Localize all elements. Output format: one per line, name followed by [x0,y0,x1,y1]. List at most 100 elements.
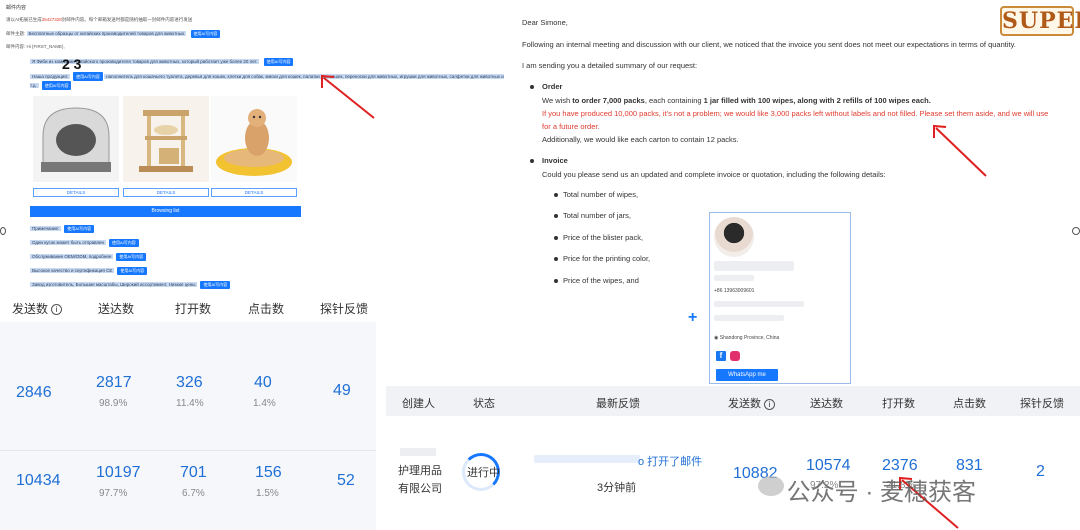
ai-write-button[interactable]: 使用AI写内容 [41,81,72,90]
col-status: 状态 [473,398,495,410]
col-delivered: 送达数 [98,302,135,316]
col-sent-label: 发送数 [12,302,49,316]
quality-text[interactable]: Высокое качество и сертификация CE [30,268,115,274]
ai-write-button[interactable]: 使用AI写内容 [109,239,139,247]
details-button[interactable]: DETAILS [123,188,209,197]
oem-row: Обслуживание OEM/ODM, подробнее 使用AI写内容 [30,253,147,261]
col-feedback: 探针反馈 [1020,398,1064,410]
col-latest-feedback: 最新反馈 [596,398,640,410]
row2-opened-pct: 6.7% [182,488,205,499]
blurred-name [714,261,794,271]
blurred-website [714,315,784,321]
bullet-dot [530,159,534,163]
ai-write-button[interactable]: 使用AI写内容 [200,281,231,289]
right-feedback[interactable]: 2 [1036,463,1045,481]
browsing-list-button[interactable]: Browsing list [30,206,301,217]
row1-clicked[interactable]: 40 [254,374,272,392]
invoice-title: Invoice [542,156,568,165]
invoice-item: Price for the printing color, [563,254,651,263]
oem-text[interactable]: Обслуживание OEM/ODM, подробнее [30,254,114,260]
row1-clicked-pct: 1.4% [253,398,276,409]
subject-value[interactable]: Бесплатные образцы от китайских производ… [26,31,187,37]
whatsapp-button[interactable]: WhatsApp me [716,369,778,381]
factory-row: Завод изготовитель, Большие масштабы, Ши… [30,281,231,289]
row2-sent[interactable]: 10434 [16,472,61,490]
feedback-text[interactable]: o 打开了邮件 [638,453,702,469]
info-icon[interactable]: i [764,398,775,410]
creator-line-1: 护理用品 [398,465,442,477]
row2-clicked[interactable]: 156 [255,464,282,482]
products-row: Наша продукция: 使用AI写内容 наполнитель для к… [30,72,506,90]
ai-write-button[interactable]: 使用AI写内容 [190,30,221,38]
ai-write-button[interactable]: 使用AI写内容 [116,253,147,261]
row2-opened[interactable]: 701 [180,464,207,482]
info-icon[interactable]: i [51,304,63,316]
row1-opened-pct: 11.4% [176,398,204,409]
note-row: Примечание: 使用AI写内容 [30,225,95,233]
bullet-dot [554,193,558,197]
details-button[interactable]: DETAILS [211,188,297,197]
status-text: 进行中 [467,467,500,479]
products-label: Наша продукция: [30,73,71,79]
blurred-email [714,301,804,307]
add-icon[interactable]: + [688,309,697,327]
bullet-dot [554,279,558,283]
invoice-item: Total number of wipes, [563,190,639,199]
col-sent: 发送数 i [12,300,63,317]
creator-line-2: 有限公司 [398,483,442,495]
order-pre: We wish [542,96,573,105]
blurred-title [714,275,754,281]
details-button[interactable]: DETAILS [33,188,119,197]
invoice-item: Price of the blister pack, [563,233,644,242]
product-image-cat-bed [211,96,297,182]
note-text[interactable]: Примечание: [30,226,62,232]
row2-delivered[interactable]: 10197 [96,464,141,482]
phone-text: +86 13963009601 [714,288,755,294]
subject-label: 邮件主题: [6,31,26,37]
ai-write-button[interactable]: 使用AI写内容 [117,267,148,275]
order-line: We wish to order 7,000 packs, each conta… [542,96,931,105]
moq-text[interactable]: Один кусок может быть отправлен [30,240,107,246]
facebook-icon[interactable]: f [716,351,726,361]
row1-delivered[interactable]: 2817 [96,374,132,392]
row2-delivered-pct: 97.7% [99,488,128,499]
email-composer-panel: 邮件内容 请以AI拓展已生成35427328封邮件内容。每个邮箱发送时都是随机抽… [0,0,512,292]
row-divider [0,450,376,451]
instagram-icon[interactable] [730,351,740,361]
red-note-line-2: for a future order. [542,122,600,131]
row2-clicked-pct: 1.5% [256,488,279,499]
ai-write-button[interactable]: 使用AI写内容 [263,58,294,66]
quality-row: Высокое качество и сертификация CE 使用AI写内… [30,267,148,275]
factory-text[interactable]: Завод изготовитель, Большие масштабы, Ши… [30,282,198,288]
info-pre: 请以AI拓展已生成 [6,17,42,22]
ai-write-button[interactable]: 使用AI写内容 [64,225,95,233]
col-delivered: 送达数 [810,398,843,410]
row1-sent[interactable]: 2846 [16,384,52,402]
resize-handle[interactable] [0,227,6,235]
cursor-badge: 2 3 [62,56,82,72]
subject-row: 邮件主题: Бесплатные образцы от китайских пр… [6,30,221,38]
bullet-dot [530,85,534,89]
bullet-dot [554,214,558,218]
invoice-item: Price of the wipes, and [563,276,639,285]
ai-write-button[interactable]: 使用AI写内容 [73,72,103,81]
col-clicked: 点击数 [953,398,986,410]
info-count: 35427328 [41,17,62,22]
generation-info: 请以AI拓展已生成35427328封邮件内容。每个邮箱发送时都是随机抽取一封邮件… [6,17,192,23]
moq-row: Один кусок может быть отправлен 使用AI写内容 [30,239,139,247]
row1-opened[interactable]: 326 [176,374,203,392]
invoice-text: Could you please send us an updated and … [542,170,886,179]
bullet-dot [554,236,558,240]
col-feedback: 探针反馈 [320,302,369,316]
row1-feedback[interactable]: 49 [333,382,351,400]
avatar [714,217,754,257]
watermark-text: 公众号 · 麦穗获客 [786,479,976,506]
row2-feedback[interactable]: 52 [337,472,355,490]
order-title: Order [542,82,563,91]
location-row: ◉ Shandong Province, China [714,335,779,341]
resize-handle[interactable] [1072,227,1080,235]
blurred-creator [400,448,436,456]
carton-note: Additionally, we would like each carton … [542,135,739,144]
content-row: 邮件内容: Hi {FIRST_NAME}, [6,44,65,50]
bullet-dot [554,257,558,261]
